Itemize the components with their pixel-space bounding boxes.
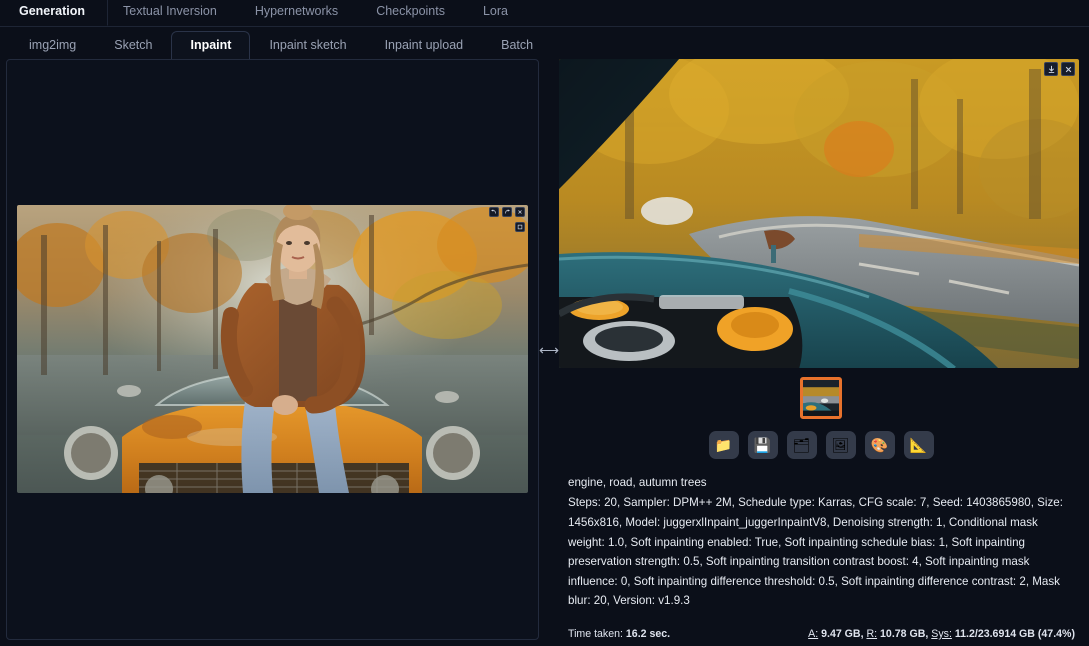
save-zip-button[interactable]: 🗂 — [786, 430, 817, 459]
canvas-tool-group[interactable] — [489, 206, 525, 217]
send-to-img2img-button[interactable]: 🖼 — [825, 430, 856, 459]
result-preview-image[interactable] — [559, 59, 1079, 368]
time-taken: Time taken: 16.2 sec. — [568, 628, 670, 640]
main-tab-bar: Generation Textual Inversion Hypernetwor… — [0, 0, 1089, 27]
generation-parameters: engine, road, autumn trees Steps: 20, Sa… — [559, 459, 1083, 611]
result-toolbar: 📁 💾 🗂 🖼 🎨 📐 — [559, 419, 1083, 459]
redo-icon[interactable] — [502, 206, 512, 217]
tab-inpaint-sketch[interactable]: Inpaint sketch — [250, 31, 365, 60]
undo-icon[interactable] — [489, 206, 499, 217]
results-panel: 📁 💾 🗂 🖼 🎨 📐 engine, road, autumn trees S… — [559, 59, 1083, 640]
tab-textual-inversion[interactable]: Textual Inversion — [108, 0, 240, 26]
edit-icon[interactable] — [515, 221, 525, 232]
stats-row: Time taken: 16.2 sec. A: 9.47 GB, R: 10.… — [559, 611, 1083, 640]
canvas-wrap[interactable] — [17, 204, 528, 493]
panel-splitter[interactable]: ⟷ — [539, 59, 559, 640]
sub-tab-bar: img2img Sketch Inpaint Inpaint sketch In… — [0, 27, 1089, 60]
tab-inpaint-upload[interactable]: Inpaint upload — [366, 31, 483, 60]
thumbnail-scene — [803, 379, 839, 416]
mem-active-label: A: — [808, 628, 819, 640]
tab-checkpoints[interactable]: Checkpoints — [361, 0, 468, 26]
preview-action-group[interactable] — [1044, 62, 1075, 76]
remove-icon[interactable] — [515, 206, 525, 217]
parameters-text: Steps: 20, Sampler: DPM++ 2M, Schedule t… — [568, 496, 1063, 608]
canvas-scene — [17, 204, 528, 493]
tab-generation[interactable]: Generation — [4, 0, 108, 26]
mem-active-value: 9.47 GB, — [821, 628, 864, 640]
time-taken-value: 16.2 sec. — [625, 628, 671, 640]
close-icon[interactable] — [1061, 62, 1075, 76]
thumbnail-item[interactable] — [800, 376, 842, 419]
mem-sys-label: Sys: — [931, 628, 952, 640]
mem-reserved-value: 10.78 GB, — [880, 628, 929, 640]
save-button[interactable]: 💾 — [747, 430, 778, 459]
mem-reserved-label: R: — [866, 628, 878, 640]
workspace: ⟷ 📁 💾 🗂 🖼 🎨 📐 engine, road, autumn trees… — [0, 59, 1089, 646]
tab-batch[interactable]: Batch — [482, 31, 552, 60]
send-to-inpaint-button[interactable]: 🎨 — [864, 430, 895, 459]
tab-inpaint[interactable]: Inpaint — [171, 31, 251, 60]
time-taken-label: Time taken: — [568, 628, 623, 640]
tab-img2img[interactable]: img2img — [10, 31, 95, 60]
inpaint-source-image[interactable] — [17, 204, 528, 493]
inpaint-canvas-panel[interactable] — [6, 59, 539, 640]
open-folder-button[interactable]: 📁 — [708, 430, 739, 459]
preview-scene — [559, 59, 1079, 368]
tab-hypernetworks[interactable]: Hypernetworks — [240, 0, 361, 26]
splitter-handle-icon[interactable]: ⟷ — [539, 343, 559, 357]
result-thumbnail-strip — [559, 368, 1083, 419]
prompt-text: engine, road, autumn trees — [568, 475, 707, 489]
tab-lora[interactable]: Lora — [468, 0, 531, 26]
canvas-edit-tool-group[interactable] — [515, 221, 525, 232]
mem-sys-value: 11.2/23.6914 GB (47.4%) — [954, 628, 1075, 640]
download-icon[interactable] — [1044, 62, 1058, 76]
tab-sketch[interactable]: Sketch — [95, 31, 171, 60]
memory-usage: A: 9.47 GB, R: 10.78 GB, Sys: 11.2/23.69… — [808, 628, 1075, 640]
send-to-extras-button[interactable]: 📐 — [903, 430, 934, 459]
